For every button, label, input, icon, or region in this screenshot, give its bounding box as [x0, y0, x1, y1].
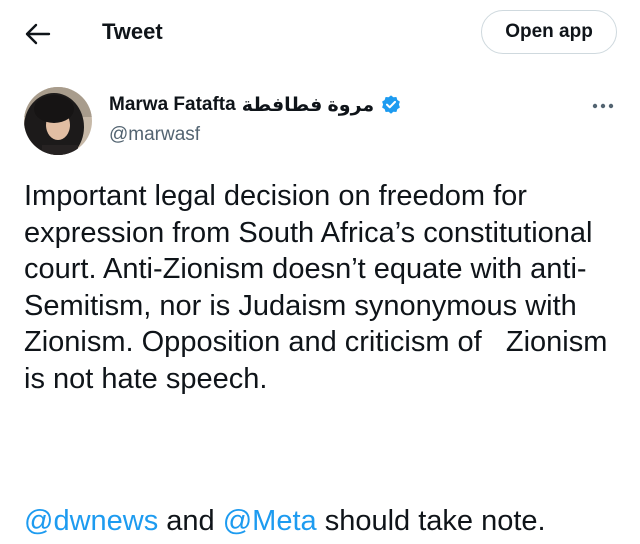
open-app-button[interactable]: Open app	[481, 10, 617, 54]
page-title: Tweet	[102, 19, 163, 44]
author-name: Marwa Fatafta	[109, 94, 236, 115]
tweet-mentions-line: @dwnews and @Meta should take note.	[24, 503, 634, 540]
author-name-line[interactable]: Marwa Fatafta مروة فطافطة	[109, 92, 402, 118]
tweet-body: Important legal decision on freedom for …	[24, 180, 616, 395]
arrow-left-icon	[25, 23, 51, 45]
more-horizontal-icon	[592, 103, 614, 109]
tweet-closing: should take note.	[316, 505, 546, 537]
avatar-image	[24, 87, 92, 155]
verified-badge-icon	[382, 95, 401, 114]
tweet-page: Tweet Open app Marwa Fatafta مروة فطافطة…	[0, 0, 640, 544]
more-options-button[interactable]	[588, 94, 618, 118]
mention-dwnews[interactable]: @dwnews	[24, 505, 158, 537]
mention-connector: and	[158, 505, 223, 537]
top-bar: Tweet Open app	[0, 0, 640, 66]
back-button[interactable]	[18, 16, 58, 52]
avatar[interactable]	[24, 87, 92, 155]
mention-meta[interactable]: @Meta	[223, 505, 317, 537]
author-handle[interactable]: @marwasf	[109, 122, 200, 148]
author-name-arabic: مروة فطافطة	[241, 94, 375, 116]
